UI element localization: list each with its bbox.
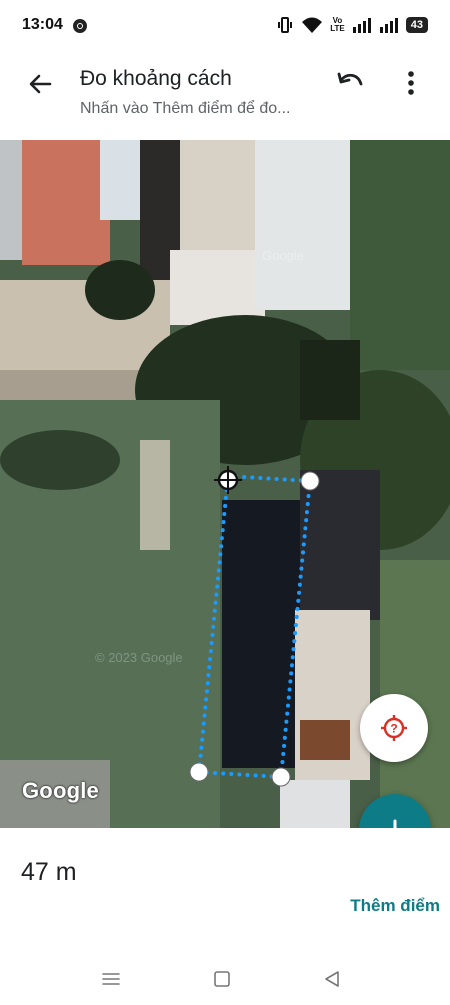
status-bar: 13:04 Vo LTE 43 [0,0,450,52]
status-time: 13:04 [22,16,63,33]
status-icons: Vo LTE 43 [276,16,428,34]
back-arrow-icon[interactable] [24,68,56,100]
svg-text:© 2023 Google: © 2023 Google [95,650,183,665]
signal-icon [379,18,398,33]
measure-point [189,762,209,782]
vibrate-icon [278,17,293,33]
page-subtitle: Nhấn vào Thêm điểm để đo... [80,100,291,117]
plus-icon [393,819,397,828]
battery-icon: 43 [405,17,428,33]
add-point-button[interactable]: Thêm điểm [350,896,440,916]
measure-point [271,767,291,787]
locate-button[interactable]: ? [360,694,428,762]
more-vert-icon[interactable] [396,66,426,100]
distance-value: 47 m [21,858,77,886]
chrome-icon [73,19,87,33]
satellite-map[interactable]: Google © 2023 Google Google ? [0,140,450,828]
google-logo: Google [22,778,99,803]
wifi-icon [302,17,323,33]
volte-bottom: LTE [330,24,345,33]
measure-point [300,471,320,491]
menu-icon[interactable] [98,966,124,992]
app-bar: Đo khoảng cách Nhấn vào Thêm điểm để đo.… [0,52,450,140]
system-nav-bar [0,954,450,1005]
page-title: Đo khoảng cách [80,67,232,90]
signal-icon [352,18,371,33]
svg-text:?: ? [390,722,397,736]
undo-icon[interactable] [334,66,368,100]
back-triangle-icon[interactable] [319,966,345,992]
volte-label: Vo LTE [330,17,345,33]
target-question-icon: ? [381,715,407,741]
map-watermark: Google [262,248,304,263]
bottom-panel: 47 m Thêm điểm [0,828,450,954]
home-square-icon[interactable] [209,966,235,992]
